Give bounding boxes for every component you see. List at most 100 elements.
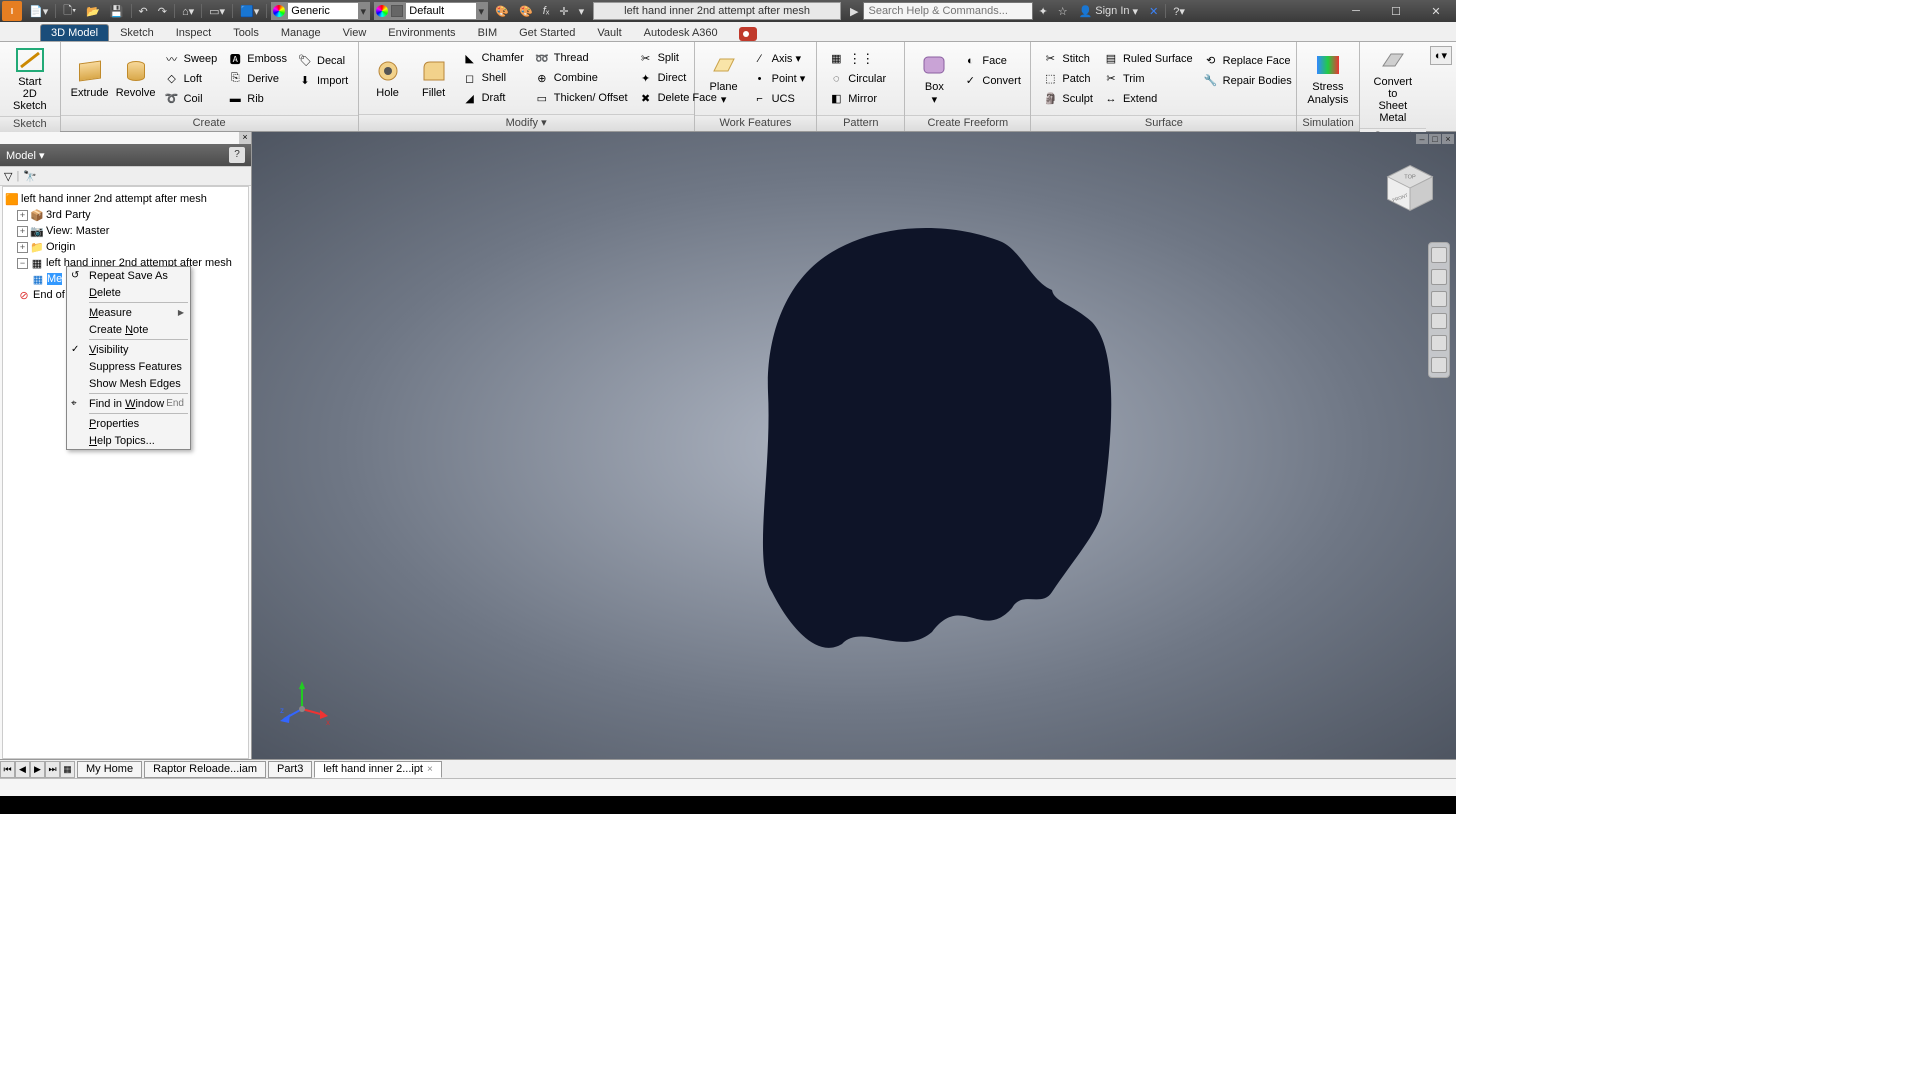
ctx-repeat-save-as[interactable]: ↺Repeat Save As	[67, 267, 190, 284]
revolve-button[interactable]: Revolve	[113, 55, 159, 101]
nav-look-icon[interactable]	[1431, 335, 1447, 351]
modify-combine-button[interactable]: ⊕Combine	[531, 69, 631, 87]
mirror-button[interactable]: ◧Mirror	[825, 90, 889, 108]
expand-toggle[interactable]: +	[17, 210, 28, 221]
workfeat-point--button[interactable]: •Point ▾	[749, 70, 809, 88]
qat-favorite[interactable]: ☆	[1053, 0, 1073, 22]
ctx-find-in-window[interactable]: ⌖Find in WindowEnd	[67, 395, 190, 412]
ctx-delete[interactable]: Delete	[67, 284, 190, 301]
surface-stitch-button[interactable]: ✂Stitch	[1039, 50, 1096, 68]
qat-undo[interactable]: ↶	[134, 0, 153, 22]
create-sweep-button[interactable]: 〰Sweep	[161, 50, 221, 68]
appearance-input[interactable]	[288, 3, 358, 19]
hole-button[interactable]: Hole	[365, 55, 411, 101]
browser-close-button[interactable]: ×	[239, 132, 251, 144]
start-2d-sketch-button[interactable]: Start2D Sketch	[6, 44, 54, 114]
modify-draft-button[interactable]: ◢Draft	[459, 89, 527, 107]
viewport-3d[interactable]: – □ × TOP FRONT x z	[252, 132, 1456, 759]
nav-orbit-icon[interactable]	[1431, 269, 1447, 285]
ctx-help-topics-[interactable]: Help Topics...	[67, 432, 190, 449]
qat-keyshot[interactable]: ✦	[1033, 0, 1052, 22]
create-derive-button[interactable]: ⎘Derive	[224, 70, 290, 88]
qat-more[interactable]: ▾	[574, 0, 590, 22]
doc-tab[interactable]: Raptor Reloade...iam	[144, 761, 266, 778]
help-search[interactable]	[863, 2, 1033, 20]
tree-node[interactable]: +📷View: Master	[3, 223, 248, 239]
app-logo[interactable]: I	[2, 1, 22, 21]
browser-help-icon[interactable]: ?	[229, 147, 245, 163]
extrude-button[interactable]: Extrude	[67, 55, 113, 101]
appearance-combo[interactable]: ▾	[271, 2, 370, 20]
help-search-input[interactable]	[863, 2, 1033, 20]
qat-home[interactable]: ⌂▾	[177, 0, 199, 22]
signin-button[interactable]: 👤 Sign In ▾	[1073, 5, 1144, 18]
modify-shell-button[interactable]: ◻Shell	[459, 69, 527, 87]
qat-fx[interactable]: fₓ	[538, 0, 555, 22]
doc-tab[interactable]: left hand inner 2...ipt×	[314, 761, 442, 778]
search-go-icon[interactable]: ▶	[845, 0, 863, 22]
window-minimize[interactable]: ─	[1336, 0, 1376, 22]
ribbon-tab-bim[interactable]: BIM	[467, 24, 509, 41]
viewcube[interactable]: TOP FRONT	[1382, 160, 1438, 216]
qat-exchange[interactable]: ✕	[1144, 0, 1163, 22]
nav-options-icon[interactable]	[1431, 357, 1447, 373]
create-decal-button[interactable]: 🏷Decal	[294, 52, 351, 70]
nav-pan-icon[interactable]	[1431, 291, 1447, 307]
qat-material-lib[interactable]: 🟦▾	[235, 0, 264, 22]
workfeat-axis--button[interactable]: ∕Axis ▾	[749, 50, 809, 68]
panel-title[interactable]: Modify ▾	[359, 114, 694, 131]
ctx-create-note[interactable]: Create Note	[67, 321, 190, 338]
ribbon-tab-get-started[interactable]: Get Started	[508, 24, 586, 41]
ribbon-tab-3d-model[interactable]: 3D Model	[40, 24, 109, 41]
convert-sheet-metal-button[interactable]: Convert toSheet Metal	[1366, 44, 1420, 126]
ribbon-tab-inspect[interactable]: Inspect	[165, 24, 222, 41]
ctx-suppress-features[interactable]: Suppress Features	[67, 358, 190, 375]
surface-replace-face-button[interactable]: ⟲Replace Face	[1200, 52, 1295, 70]
ctx-visibility[interactable]: ✓Visibility	[67, 341, 190, 358]
surface-trim-button[interactable]: ✂Trim	[1100, 70, 1196, 88]
window-maximize[interactable]: ☐	[1376, 0, 1416, 22]
material-input[interactable]	[406, 3, 476, 19]
expand-toggle[interactable]: +	[17, 226, 28, 237]
ribbon-tab-manage[interactable]: Manage	[270, 24, 332, 41]
record-icon[interactable]	[739, 27, 757, 41]
binoculars-icon[interactable]: 🔭	[23, 170, 37, 183]
tree-node[interactable]: +📦3rd Party	[3, 207, 248, 223]
ctx-properties[interactable]: Properties	[67, 415, 190, 432]
nav-home-icon[interactable]	[1431, 247, 1447, 263]
close-tab-icon[interactable]: ×	[427, 762, 433, 777]
create-import-button[interactable]: ⬇Import	[294, 72, 351, 90]
filter-icon[interactable]: ▽	[4, 170, 12, 183]
mesh-body[interactable]	[712, 212, 1132, 652]
qat-new[interactable]: 🗋▾	[58, 0, 81, 22]
plane-button[interactable]: Plane▾	[701, 49, 747, 107]
tree-root[interactable]: 🟧 left hand inner 2nd attempt after mesh	[3, 191, 248, 207]
box-freeform-button[interactable]: Box▾	[911, 49, 957, 107]
qat-help[interactable]: ?▾	[1168, 0, 1190, 22]
qat-save[interactable]: 💾	[105, 0, 129, 22]
modify-thicken-offset-button[interactable]: ▭Thicken/ Offset	[531, 89, 631, 107]
create-coil-button[interactable]: ➰Coil	[161, 90, 221, 108]
modify-thread-button[interactable]: ➿Thread	[531, 49, 631, 67]
ctx-measure[interactable]: Measure▶	[67, 304, 190, 321]
ribbon-tab-autodesk-a360[interactable]: Autodesk A360	[633, 24, 729, 41]
stress-analysis-button[interactable]: StressAnalysis	[1303, 49, 1352, 107]
doc-tab[interactable]: My Home	[77, 761, 142, 778]
nav-zoom-icon[interactable]	[1431, 313, 1447, 329]
qat-file-menu[interactable]: 📄▾	[24, 0, 53, 22]
freeform-face-button[interactable]: ◐Face	[959, 52, 1024, 70]
create-loft-button[interactable]: ◇Loft	[161, 70, 221, 88]
freeform-convert-button[interactable]: ✓Convert	[959, 72, 1024, 90]
browser-header[interactable]: Model ▾ ?	[0, 144, 251, 166]
qat-open[interactable]: 📂	[81, 0, 105, 22]
qat-snap[interactable]: ✛	[554, 0, 573, 22]
ribbon-tab-vault[interactable]: Vault	[586, 24, 632, 41]
surface-ruled-surface-button[interactable]: ▤Ruled Surface	[1100, 50, 1196, 68]
ribbon-tab-environments[interactable]: Environments	[377, 24, 466, 41]
expand-toggle[interactable]: −	[17, 258, 28, 269]
create-emboss-button[interactable]: 🅰Emboss	[224, 50, 290, 68]
workfeat-ucs-button[interactable]: ⌐UCS	[749, 90, 809, 108]
surface-extend-button[interactable]: ↔Extend	[1100, 90, 1196, 108]
ribbon-tab-sketch[interactable]: Sketch	[109, 24, 165, 41]
context-menu[interactable]: ↺Repeat Save AsDelete Measure▶Create Note…	[66, 266, 191, 450]
